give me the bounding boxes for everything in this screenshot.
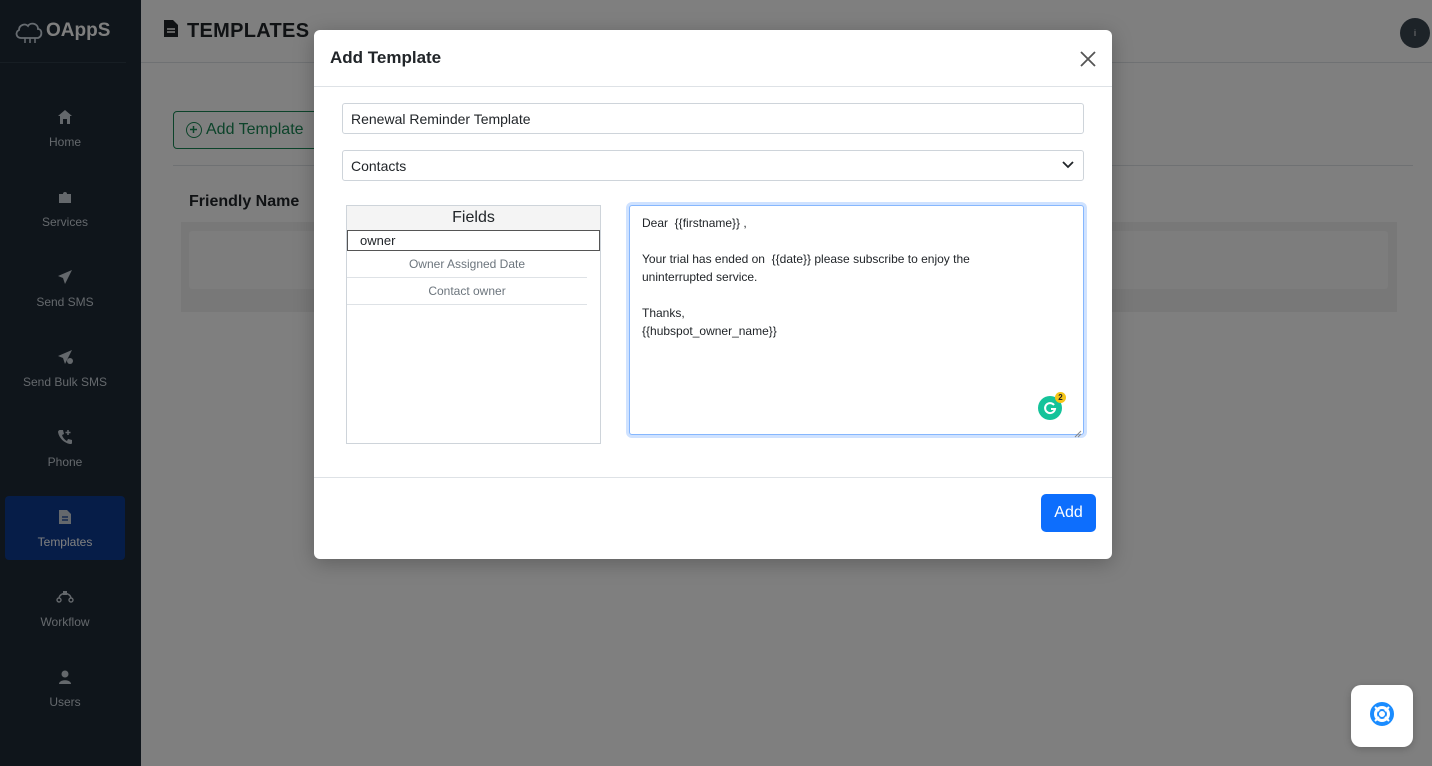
resize-handle-icon[interactable] — [1074, 425, 1082, 438]
add-button[interactable]: Add — [1041, 494, 1096, 532]
fields-title: Fields — [347, 206, 600, 230]
template-body-textarea[interactable]: Dear {{firstname}} , Your trial has ende… — [629, 205, 1084, 435]
modal-footer-divider — [314, 477, 1112, 478]
chevron-down-icon — [1061, 157, 1075, 174]
field-item-owner-assigned-date[interactable]: Owner Assigned Date — [347, 251, 587, 278]
template-name-input[interactable] — [342, 103, 1084, 134]
fields-search-input[interactable] — [347, 230, 600, 251]
object-type-select[interactable]: Contacts — [342, 150, 1084, 181]
modal-header: Add Template — [314, 30, 1112, 87]
field-item-contact-owner[interactable]: Contact owner — [347, 278, 587, 305]
fields-panel: Fields Owner Assigned Date Contact owner — [346, 205, 601, 444]
add-template-modal: Add Template Contacts Fields Owner Assig… — [314, 30, 1112, 559]
grammarly-count-badge: 2 — [1055, 392, 1066, 403]
object-type-value: Contacts — [351, 157, 407, 174]
lifebuoy-icon — [1369, 701, 1395, 732]
modal-title: Add Template — [330, 48, 442, 67]
help-widget[interactable] — [1351, 685, 1413, 747]
close-icon[interactable] — [1076, 47, 1100, 71]
